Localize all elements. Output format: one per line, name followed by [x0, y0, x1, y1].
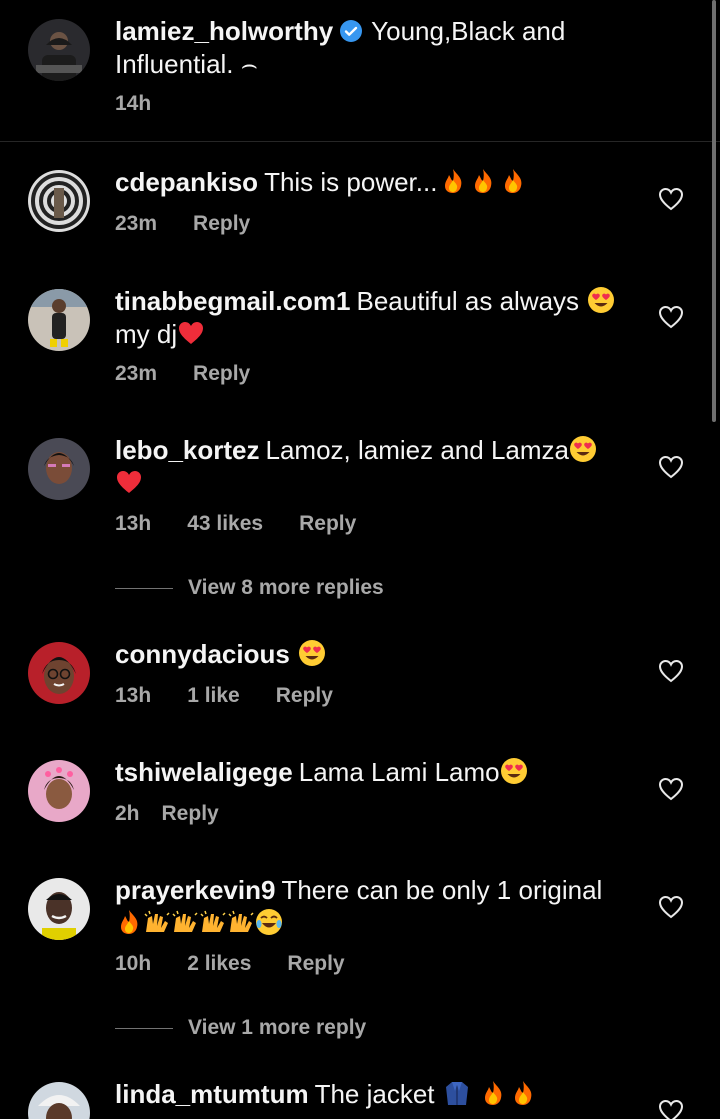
comment: linda_mtumtum The jacket — [115, 1078, 635, 1111]
fire-emoji-icon — [439, 167, 467, 195]
avatar[interactable] — [28, 642, 90, 704]
divider-line — [115, 1027, 173, 1029]
comment: lebo_kortez Lamoz, lamiez and Lamza — [115, 434, 635, 500]
comment-time: 23m — [115, 362, 158, 385]
avatar[interactable] — [28, 170, 90, 232]
comment-meta: 13h 1 like Reply — [115, 684, 333, 708]
comment-time: 10h — [115, 952, 152, 975]
comment-text: There can be only 1 original — [281, 875, 603, 905]
heart-icon[interactable] — [658, 1099, 684, 1119]
comment-text: This is power... — [264, 167, 438, 197]
tears-of-joy-emoji-icon — [255, 908, 283, 936]
comment: tinabbegmail.com1 Beautiful as always my d… — [115, 285, 635, 351]
fire-emoji-icon — [499, 167, 527, 195]
comment-likes[interactable]: 2 likes — [187, 952, 251, 975]
comment-username[interactable]: prayerkevin9 — [115, 875, 275, 905]
reply-button[interactable]: Reply — [287, 952, 344, 975]
heart-eyes-emoji-icon — [569, 435, 597, 463]
reply-button[interactable]: Reply — [276, 684, 333, 707]
heart-icon[interactable] — [658, 305, 684, 329]
avatar[interactable] — [28, 289, 90, 351]
red-heart-emoji-icon — [115, 468, 143, 496]
coat-emoji-icon — [443, 1079, 471, 1107]
caption-time: 14h — [115, 92, 152, 115]
caption-text: lamiez_holworthy Young,Black and Influent… — [115, 15, 635, 81]
heart-eyes-emoji-icon — [587, 286, 615, 314]
comment-text: Beautiful as always — [356, 286, 580, 316]
caption-username[interactable]: lamiez_holworthy — [115, 16, 333, 46]
fire-emoji-icon — [479, 1079, 507, 1107]
view-more-replies[interactable]: View 8 more replies — [115, 576, 384, 600]
red-heart-emoji-icon — [177, 319, 205, 347]
comment-meta: 23m Reply — [115, 362, 250, 386]
comment-text: The jacket — [314, 1079, 435, 1109]
raising-hands-emoji-icon — [199, 908, 227, 936]
comment-meta: 23m Reply — [115, 212, 250, 236]
comment-meta: 10h 2 likes Reply — [115, 952, 345, 976]
comment-text: Lamoz, lamiez and Lamza — [265, 435, 569, 465]
reply-button[interactable]: Reply — [299, 512, 356, 535]
comment: prayerkevin9 There can be only 1 original — [115, 874, 635, 940]
comment-time: 2h — [115, 802, 140, 825]
comment-username[interactable]: lebo_kortez — [115, 435, 260, 465]
divider-line — [115, 587, 173, 589]
heart-eyes-emoji-icon — [298, 639, 326, 667]
comment-likes[interactable]: 43 likes — [187, 512, 263, 535]
comment-meta: 13h 43 likes Reply — [115, 512, 356, 536]
comment-time: 13h — [115, 512, 152, 535]
fire-emoji-icon — [509, 1079, 537, 1107]
heart-eyes-emoji-icon — [500, 757, 528, 785]
comment-username[interactable]: tshiwelaligege — [115, 757, 293, 787]
comment-username[interactable]: linda_mtumtum — [115, 1079, 309, 1109]
comment-meta: 2h Reply — [115, 802, 219, 826]
fire-emoji-icon — [469, 167, 497, 195]
reply-button[interactable]: Reply — [193, 212, 250, 235]
comment-username[interactable]: cdepankiso — [115, 167, 258, 197]
reply-button[interactable]: Reply — [162, 802, 219, 825]
comment-likes[interactable]: 1 like — [187, 684, 240, 707]
heart-icon[interactable] — [658, 777, 684, 801]
comment: tshiwelaligege Lama Lami Lamo — [115, 756, 635, 789]
fire-emoji-icon — [115, 908, 143, 936]
avatar[interactable] — [28, 438, 90, 500]
comment-username[interactable]: connydacious — [115, 639, 290, 669]
view-more-replies[interactable]: View 1 more reply — [115, 1016, 366, 1040]
scrollbar[interactable] — [712, 0, 716, 422]
avatar[interactable] — [28, 1082, 90, 1119]
comment: connydacious — [115, 638, 635, 671]
heart-icon[interactable] — [658, 455, 684, 479]
raising-hands-emoji-icon — [143, 908, 171, 936]
comment-username[interactable]: tinabbegmail.com1 — [115, 286, 351, 316]
comment-text-continued: my dj — [115, 319, 178, 349]
heart-icon[interactable] — [658, 895, 684, 919]
heart-icon[interactable] — [658, 187, 684, 211]
verified-badge-icon — [339, 19, 363, 43]
comment-text: Lama Lami Lamo — [298, 757, 500, 787]
view-more-label[interactable]: View 8 more replies — [188, 576, 384, 599]
avatar[interactable] — [28, 19, 90, 81]
view-more-label[interactable]: View 1 more reply — [188, 1016, 366, 1039]
avatar[interactable] — [28, 760, 90, 822]
caption-meta: 14h — [115, 92, 187, 116]
comment: cdepankiso This is power... — [115, 166, 635, 199]
heart-icon[interactable] — [658, 659, 684, 683]
reply-button[interactable]: Reply — [193, 362, 250, 385]
raising-hands-emoji-icon — [227, 908, 255, 936]
comment-time: 13h — [115, 684, 152, 707]
caption: lamiez_holworthy Young,Black and Influent… — [0, 0, 720, 142]
comment-time: 23m — [115, 212, 158, 235]
avatar[interactable] — [28, 878, 90, 940]
raising-hands-emoji-icon — [171, 908, 199, 936]
